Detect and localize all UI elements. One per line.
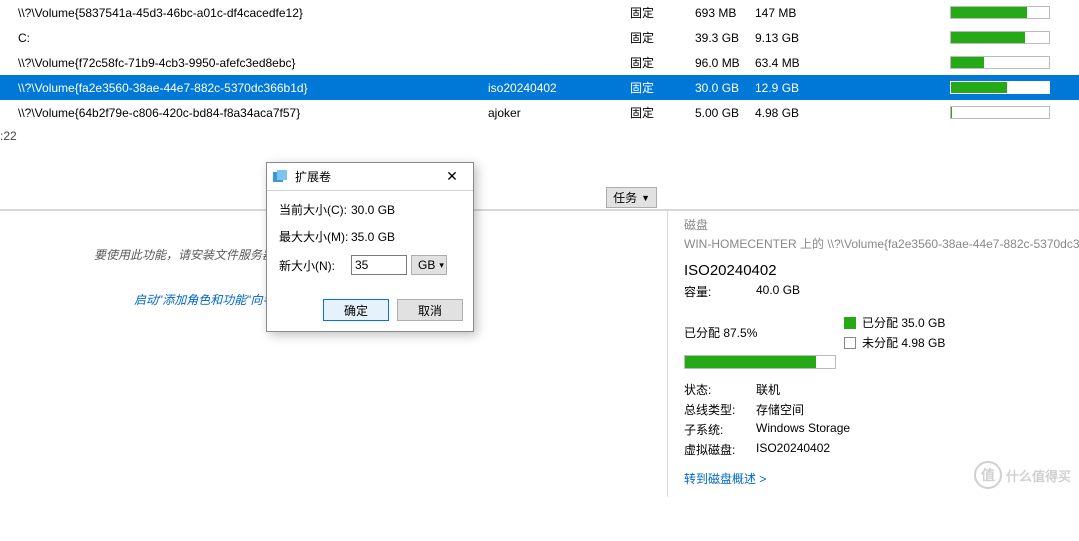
unit-value: GB: [418, 258, 435, 272]
capacity-value: 40.0 GB: [756, 283, 800, 300]
legend-allocated: 已分配 35.0 GB: [862, 314, 945, 331]
vdisk-label: 虚拟磁盘:: [684, 441, 756, 458]
right-panel: 磁盘 WIN-HOMECENTER 上的 \\?\Volume{fa2e3560…: [668, 211, 1079, 497]
volume-table: \\?\Volume{5837541a-45d3-46bc-a01c-df4ca…: [0, 0, 1079, 125]
subsys-label: 子系统:: [684, 421, 756, 438]
cancel-button[interactable]: 取消: [397, 299, 463, 321]
table-row[interactable]: \\?\Volume{fa2e3560-38ae-44e7-882c-5370d…: [0, 75, 1079, 100]
close-icon[interactable]: ✕: [437, 168, 467, 185]
volume-free: 4.98 GB: [755, 106, 950, 120]
swatch-allocated-icon: [844, 317, 856, 329]
usage-bar: [950, 6, 1050, 19]
volume-type: 固定: [630, 79, 695, 96]
table-row[interactable]: \\?\Volume{64b2f79e-c806-420c-bd84-f8a34…: [0, 100, 1079, 125]
status-value: 联机: [756, 381, 780, 398]
disk-name: ISO20240402: [684, 262, 1079, 279]
table-row[interactable]: C: 固定39.3 GB9.13 GB: [0, 25, 1079, 50]
capacity-label: 容量:: [684, 283, 756, 300]
chevron-down-icon: ▼: [641, 193, 650, 203]
allocated-pct-label: 已分配 87.5%: [684, 324, 844, 341]
current-size-value: 30.0 GB: [351, 203, 395, 217]
volume-size: 96.0 MB: [695, 56, 755, 70]
subsys-value: Windows Storage: [756, 421, 850, 438]
unit-select[interactable]: GB ▾: [411, 255, 447, 275]
bottom-panels: 任务 ▼ 要使用此功能，请安装文件服务器角色服务。 启动"添加角色和功能"向导。…: [0, 210, 1079, 497]
dialog-title-text: 扩展卷: [295, 168, 331, 185]
swatch-unallocated-icon: [844, 337, 856, 349]
volume-size: 5.00 GB: [695, 106, 755, 120]
allocation-legend: 已分配 35.0 GB 未分配 4.98 GB: [844, 314, 945, 351]
new-size-input[interactable]: [351, 255, 407, 275]
volume-path: \\?\Volume{f72c58fc-71b9-4cb3-9950-afefc…: [18, 56, 488, 70]
watermark-icon: 值: [974, 461, 1002, 489]
usage-bar: [950, 106, 1050, 119]
status-label: 状态:: [684, 381, 756, 398]
usage-bar: [950, 81, 1050, 94]
usage-bar: [950, 56, 1050, 69]
volume-size: 693 MB: [695, 6, 755, 20]
volume-path: \\?\Volume{64b2f79e-c806-420c-bd84-f8a34…: [18, 106, 488, 120]
volume-type: 固定: [630, 104, 695, 121]
tasks-button[interactable]: 任务 ▼: [606, 187, 657, 208]
bus-label: 总线类型:: [684, 401, 756, 418]
volume-path: \\?\Volume{5837541a-45d3-46bc-a01c-df4ca…: [18, 6, 488, 20]
volume-label: iso20240402: [488, 81, 630, 95]
legend-unallocated: 未分配 4.98 GB: [862, 334, 945, 351]
vdisk-value: ISO20240402: [756, 441, 830, 458]
allocation-bar-fill: [685, 356, 816, 368]
new-size-label: 新大小(N):: [279, 257, 351, 274]
current-size-label: 当前大小(C):: [279, 201, 351, 218]
table-row[interactable]: \\?\Volume{f72c58fc-71b9-4cb3-9950-afefc…: [0, 50, 1079, 75]
tasks-button-label: 任务: [613, 189, 637, 206]
volume-free: 63.4 MB: [755, 56, 950, 70]
bus-value: 存储空间: [756, 401, 804, 418]
table-row[interactable]: \\?\Volume{5837541a-45d3-46bc-a01c-df4ca…: [0, 0, 1079, 25]
volume-free: 9.13 GB: [755, 31, 950, 45]
volume-type: 固定: [630, 4, 695, 21]
dialog-titlebar[interactable]: 扩展卷 ✕: [267, 163, 473, 191]
max-size-value: 35.0 GB: [351, 230, 395, 244]
ok-button[interactable]: 确定: [323, 299, 389, 321]
watermark: 值 什么值得买: [974, 461, 1071, 489]
dialog-icon: [273, 170, 289, 184]
volume-type: 固定: [630, 29, 695, 46]
max-size-label: 最大大小(M):: [279, 228, 351, 245]
extend-volume-dialog: 扩展卷 ✕ 当前大小(C): 30.0 GB 最大大小(M): 35.0 GB …: [266, 162, 474, 332]
volume-path: \\?\Volume{fa2e3560-38ae-44e7-882c-5370d…: [18, 81, 488, 95]
volume-type: 固定: [630, 54, 695, 71]
section-header: 磁盘: [684, 216, 1079, 233]
volume-free: 147 MB: [755, 6, 950, 20]
volume-path: C:: [18, 31, 488, 45]
timestamp-fragment: :22: [0, 125, 1079, 149]
volume-size: 39.3 GB: [695, 31, 755, 45]
watermark-text: 什么值得买: [1006, 466, 1071, 485]
volume-size: 30.0 GB: [695, 81, 755, 95]
chevron-down-icon: ▾: [439, 260, 444, 271]
volume-label: ajoker: [488, 106, 630, 120]
usage-bar: [950, 31, 1050, 44]
disk-host-path: WIN-HOMECENTER 上的 \\?\Volume{fa2e3560-38…: [684, 235, 1079, 252]
allocation-bar: [684, 355, 836, 369]
volume-free: 12.9 GB: [755, 81, 950, 95]
